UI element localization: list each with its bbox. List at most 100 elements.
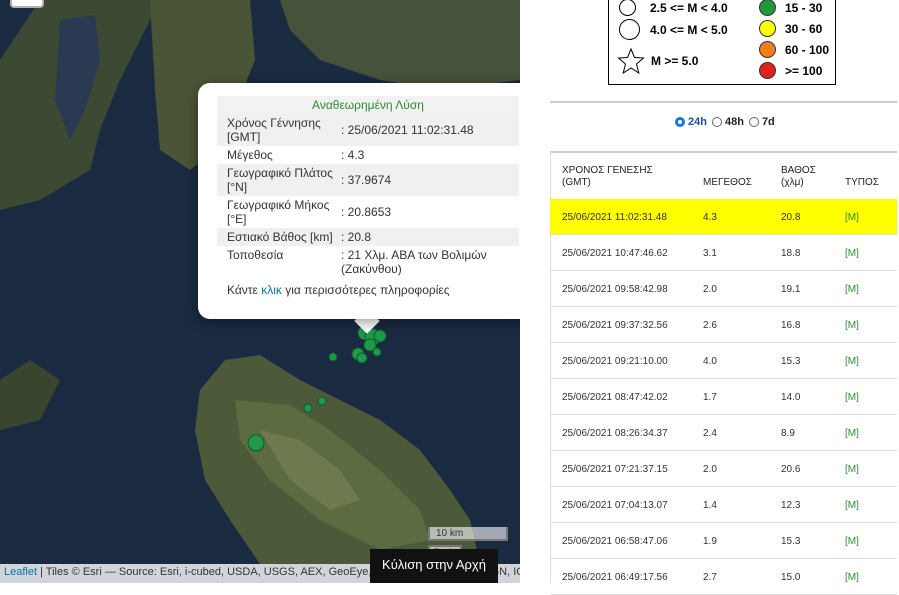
cell-depth: 15.3 — [781, 536, 801, 547]
cell-type: [M] — [845, 536, 859, 547]
legend-depth-item: 30 - 60 — [759, 20, 822, 37]
legend-mag-large: M >= 5.0 — [617, 47, 698, 75]
scale-km: 10 km — [428, 527, 508, 541]
cell-time: 25/06/2021 11:02:31.48 — [562, 212, 667, 223]
cell-time: 25/06/2021 06:49:17.56 — [562, 572, 668, 583]
cell-type: [M] — [845, 248, 859, 259]
cell-depth: 19.1 — [781, 284, 801, 295]
radio-48h[interactable] — [711, 117, 722, 127]
cell-depth: 20.6 — [781, 464, 801, 475]
popup-value: : 37.9674 — [341, 173, 392, 187]
more-prefix: Κάντε — [227, 283, 262, 297]
earthquake-marker[interactable] — [303, 403, 313, 413]
earthquake-marker[interactable] — [356, 352, 368, 364]
earthquake-marker[interactable] — [328, 352, 338, 362]
popup-label: Εστιακό Βάθος [km] — [227, 230, 333, 244]
cell-time: 25/06/2021 07:04:13.07 — [562, 500, 668, 511]
col-depth: ΒΑΘΟΣ (χλμ) — [781, 165, 816, 188]
popup-more-info: Κάντε κλικ για περισσότερες πληροφορίες — [217, 283, 519, 297]
cell-depth: 14.0 — [781, 392, 801, 403]
col-type: ΤΥΠΟΣ — [845, 177, 879, 188]
legend-mag-small: 2.5 <= M < 4.0 — [619, 0, 728, 16]
table-row[interactable]: 25/06/2021 09:58:42.98 2.0 19.1 [M] — [550, 271, 897, 307]
small-circle-icon — [619, 0, 636, 16]
popup-title: Αναθεωρημένη Λύση — [217, 96, 519, 114]
legend-depth-label: 15 - 30 — [785, 0, 823, 15]
legend-depth-item: >= 100 — [759, 62, 822, 79]
legend-mag-label: 2.5 <= M < 4.0 — [650, 0, 728, 15]
cell-mag: 2.4 — [703, 428, 717, 439]
earthquake-marker[interactable] — [373, 329, 387, 343]
legend-depth-item: 15 - 30 — [759, 0, 822, 16]
earthquake-marker[interactable] — [372, 347, 382, 357]
divider — [550, 151, 897, 153]
popup-label: Μέγεθος — [227, 148, 273, 162]
radio-label: 48h — [724, 116, 744, 128]
more-suffix: για περισσότερες πληροφορίες — [281, 283, 450, 297]
legend-mag-label: M >= 5.0 — [651, 54, 699, 68]
depth-color-icon — [759, 0, 776, 16]
cell-depth: 15.0 — [781, 572, 801, 583]
popup-row: Χρόνος Γέννησης [GMT] : 25/06/2021 11:02:… — [217, 114, 519, 146]
events-table: 25/06/2021 11:02:31.48 4.3 20.8 [M] 25/06/20… — [550, 199, 897, 595]
popup-label: Χρόνος Γέννησης [GMT] — [227, 116, 321, 144]
table-row[interactable]: 25/06/2021 08:26:34.37 2.4 8.9 [M] — [550, 415, 897, 451]
leaflet-link[interactable]: Leaflet — [4, 566, 37, 578]
legend-depth-label: 60 - 100 — [785, 42, 830, 57]
cell-time: 25/06/2021 09:37:32.56 — [562, 320, 668, 331]
table-row[interactable]: 25/06/2021 08:47:42.02 1.7 14.0 [M] — [550, 379, 897, 415]
cell-time: 25/06/2021 08:47:42.02 — [562, 392, 668, 403]
cell-time: 25/06/2021 08:26:34.37 — [562, 428, 668, 439]
popup-row: Τοποθεσία: 21 Χλμ. ΑΒΑ των Βολιμών (Ζακύ… — [217, 246, 519, 278]
popup-value: : 4.3 — [341, 148, 365, 162]
more-info-link[interactable]: κλικ — [261, 283, 282, 297]
table-row[interactable]: 25/06/2021 10:47:46.62 3.1 18.8 [M] — [550, 235, 897, 271]
table-row[interactable]: 25/06/2021 09:21:10.00 4.0 15.3 [M] — [550, 343, 897, 379]
cell-mag: 4.0 — [703, 356, 717, 367]
popup-row: Εστιακό Βάθος [km] : 20.8 — [217, 228, 519, 246]
cell-type: [M] — [845, 284, 859, 295]
radio-7d[interactable] — [748, 117, 759, 127]
legend: 2.5 <= M < 4.0 4.0 <= M < 5.0 M >= 5.0 1… — [608, 0, 836, 85]
legend-depth-item: 60 - 100 — [759, 41, 829, 58]
table-row[interactable]: 25/06/2021 11:02:31.48 4.3 20.8 [M] — [550, 199, 897, 235]
table-row[interactable]: 25/06/2021 06:58:47.06 1.9 15.3 [M] — [550, 523, 897, 559]
earthquake-marker[interactable] — [317, 396, 327, 406]
table-row[interactable]: 25/06/2021 07:04:13.07 1.4 12.3 [M] — [550, 487, 897, 523]
popup-value: : 25/06/2021 11:02:31.48 — [341, 123, 474, 137]
table-row[interactable]: 25/06/2021 07:21:37.15 2.0 20.6 [M] — [550, 451, 897, 487]
cell-depth: 20.8 — [781, 212, 801, 223]
event-popup: Αναθεωρημένη Λύση Χρόνος Γέννησης [GMT]:… — [198, 83, 520, 319]
table-row[interactable]: 25/06/2021 06:49:17.56 2.7 15.0 [M] — [550, 559, 897, 595]
legend-depth-label: >= 100 — [785, 63, 823, 78]
cell-depth: 16.8 — [781, 320, 801, 331]
cell-type: [M] — [845, 356, 859, 367]
popup-value: : 20.8 — [341, 230, 372, 244]
legend-depth-label: 30 - 60 — [785, 21, 823, 36]
cell-mag: 1.4 — [703, 500, 717, 511]
popup-row: Μέγεθος : 4.3 — [217, 146, 519, 164]
cell-time: 25/06/2021 06:58:47.06 — [562, 536, 668, 547]
divider — [550, 101, 897, 103]
cell-type: [M] — [845, 572, 859, 583]
legend-mag-medium: 4.0 <= M < 5.0 — [619, 19, 728, 40]
map-view[interactable]: Αναθεωρημένη Λύση Χρόνος Γέννησης [GMT]:… — [0, 0, 520, 583]
depth-color-icon — [759, 20, 776, 37]
popup-label: Γεωγραφικό Πλάτος [°N] — [227, 166, 333, 194]
earthquake-marker[interactable] — [247, 434, 265, 452]
scroll-to-top-button[interactable]: Κύλιση στην Αρχή — [370, 549, 498, 583]
cell-mag: 4.3 — [703, 212, 717, 223]
table-row[interactable]: 25/06/2021 09:37:32.56 2.6 16.8 [M] — [550, 307, 897, 343]
cell-mag: 1.9 — [703, 536, 717, 547]
cell-depth: 15.3 — [781, 356, 801, 367]
cell-depth: 18.8 — [781, 248, 801, 259]
cell-type: [M] — [845, 428, 859, 439]
depth-color-icon — [759, 62, 776, 79]
popup-details: Χρόνος Γέννησης [GMT] : 25/06/2021 11:02:… — [217, 114, 519, 278]
star-icon — [617, 47, 645, 75]
radio-24h[interactable] — [675, 117, 685, 127]
popup-row: Γεωγραφικό Πλάτος [°N] : 37.9674 — [217, 164, 519, 196]
cell-mag: 2.0 — [703, 464, 717, 475]
col-time: ΧΡΟΝΟΣ ΓΕΝΕΣΗΣ (GMT) — [562, 165, 653, 188]
legend-mag-label: 4.0 <= M < 5.0 — [650, 22, 728, 37]
